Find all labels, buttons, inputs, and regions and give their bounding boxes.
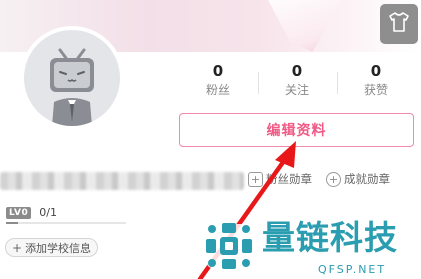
level-exp: 0/1 xyxy=(39,206,57,219)
stat-following[interactable]: 0 关注 xyxy=(259,62,335,99)
level-progress-bar xyxy=(6,222,126,224)
edit-profile-button[interactable]: 编辑资料 xyxy=(179,113,414,147)
level-badge: LV0 xyxy=(6,206,32,219)
add-school-button[interactable]: + 添加学校信息 xyxy=(5,238,99,257)
medal-plus-icon: + xyxy=(248,171,263,187)
tshirt-icon xyxy=(388,12,410,36)
fans-count: 0 xyxy=(212,62,224,80)
stats-bar: 0 粉丝 0 关注 0 获赞 xyxy=(180,62,416,102)
stat-likes[interactable]: 0 获赞 xyxy=(338,62,414,99)
following-count: 0 xyxy=(291,62,303,80)
tv-mascot-icon xyxy=(24,30,120,126)
achievement-medal-button[interactable]: + 成就勋章 xyxy=(326,171,390,187)
plus-icon: + xyxy=(12,240,23,255)
achievement-medal-label: 成就勋章 xyxy=(344,172,390,186)
watermark-logo-icon xyxy=(200,217,258,279)
watermark-title: 量链科技 xyxy=(262,218,398,257)
fan-medal-label: 粉丝勋章 xyxy=(266,172,312,186)
banner-decoration xyxy=(268,0,342,52)
level-progress-fill xyxy=(6,222,18,224)
username-blurred xyxy=(0,172,244,190)
stat-fans[interactable]: 0 粉丝 xyxy=(180,62,256,99)
following-label: 关注 xyxy=(284,83,309,97)
medal-plus-icon: + xyxy=(326,171,341,187)
fan-medal-button[interactable]: + 粉丝勋章 xyxy=(248,171,312,187)
level-info[interactable]: LV0 0/1 xyxy=(6,206,57,219)
fans-label: 粉丝 xyxy=(205,83,230,97)
likes-count: 0 xyxy=(370,62,382,80)
avatar[interactable] xyxy=(20,26,124,130)
theme-button[interactable] xyxy=(380,4,418,44)
add-school-label: 添加学校信息 xyxy=(25,241,92,255)
likes-label: 获赞 xyxy=(363,83,388,97)
watermark-subtitle: QFSP.NET xyxy=(318,263,387,276)
